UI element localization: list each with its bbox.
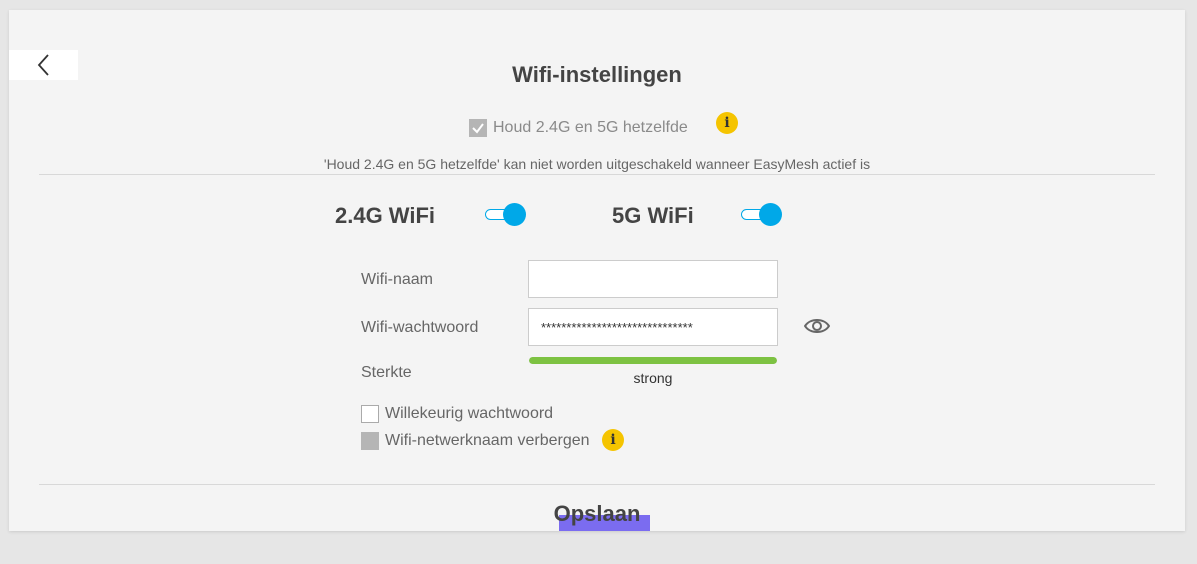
toggle-knob (503, 203, 526, 226)
password-label: Wifi-wachtwoord (361, 319, 479, 336)
keep-same-checkbox-row[interactable]: Houd 2.4G en 5G hetzelfde (469, 119, 688, 137)
divider-bottom (39, 484, 1155, 485)
password-strength-text: strong (633, 370, 673, 386)
easymesh-note: 'Houd 2.4G en 5G hetzelfde' kan niet wor… (323, 156, 871, 172)
strength-label: Sterkte (361, 364, 412, 381)
wifi-settings-card: Wifi-instellingen Houd 2.4G en 5G hetzel… (9, 10, 1185, 531)
hide-ssid-row[interactable]: Wifi-netwerknaam verbergen (361, 432, 590, 450)
ssid-input[interactable] (528, 260, 778, 298)
info-icon[interactable]: i (602, 429, 624, 451)
hide-ssid-checkbox[interactable] (361, 432, 379, 450)
keep-same-label: Houd 2.4G en 5G hetzelfde (493, 119, 688, 136)
hide-ssid-label: Wifi-netwerknaam verbergen (385, 432, 590, 449)
password-strength-fill (529, 357, 777, 364)
check-icon (472, 123, 484, 134)
password-strength-bar (529, 357, 777, 364)
info-icon[interactable]: i (716, 112, 738, 134)
random-password-checkbox[interactable] (361, 405, 379, 423)
divider-top (39, 174, 1155, 175)
ssid-label: Wifi-naam (361, 271, 434, 288)
eye-icon[interactable] (804, 317, 830, 335)
keep-same-checkbox[interactable] (469, 119, 487, 137)
random-password-row[interactable]: Willekeurig wachtwoord (361, 405, 553, 423)
save-button[interactable]: Opslaan (549, 498, 645, 530)
random-password-label: Willekeurig wachtwoord (385, 405, 554, 422)
toggle-5g-wifi[interactable] (741, 203, 783, 226)
band-label-2-4g: 2.4G WiFi (335, 203, 436, 228)
page-title: Wifi-instellingen (512, 62, 682, 87)
password-input[interactable] (528, 308, 778, 346)
toggle-knob (759, 203, 782, 226)
band-label-5g: 5G WiFi (612, 203, 694, 228)
toggle-2-4g-wifi[interactable] (485, 203, 527, 226)
